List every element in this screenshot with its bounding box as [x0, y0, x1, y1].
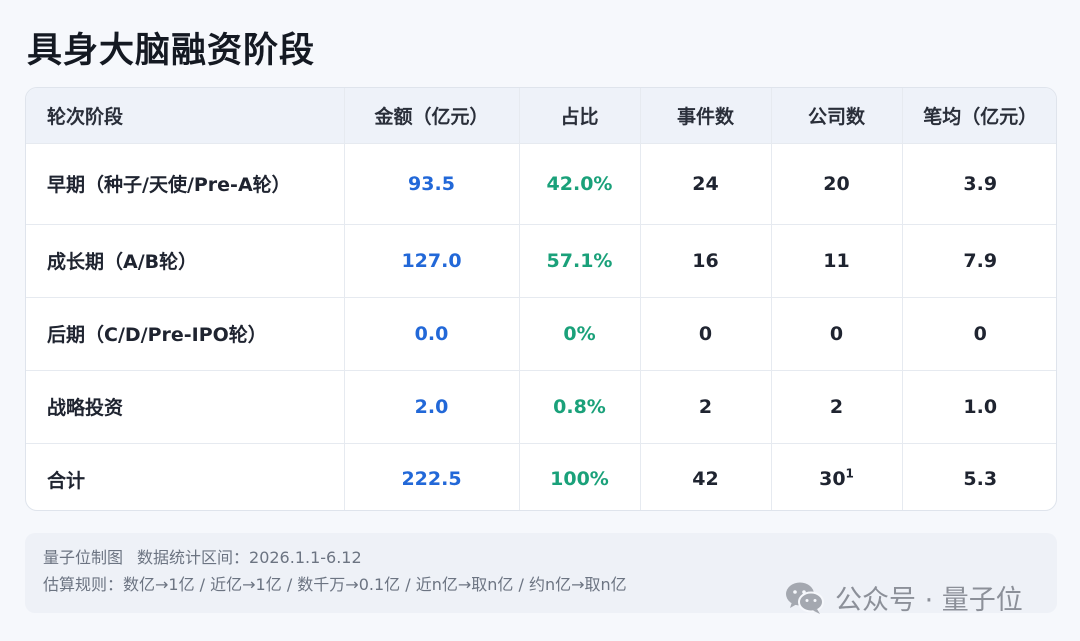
cell-stage: 早期（种子/天使/Pre-A轮） [26, 143, 345, 225]
table-row: 成长期（A/B轮） 127.0 57.1% 16 11 7.9 [26, 224, 1056, 298]
cell-avg: 5.3 [963, 468, 998, 491]
table-row: 战略投资 2.0 0.8% 2 2 1.0 [26, 370, 1056, 444]
cell-amount: 0.0 [344, 297, 520, 371]
funding-stage-table: 轮次阶段 金额（亿元） 占比 事件数 公司数 笔均（亿元） 早期（种子/天使/P… [25, 87, 1057, 511]
watermark: 公众号 · 量子位 [785, 578, 1023, 617]
cell-companies: 11 [771, 224, 903, 298]
companies-value: 2 [829, 395, 844, 418]
cell-companies: 301 [771, 443, 903, 510]
companies-value: 11 [823, 249, 850, 272]
cell-events: 2 [640, 370, 772, 444]
footer-period: 数据统计区间：2026.1.1-6.12 [137, 548, 362, 567]
header-companies: 公司数 [771, 88, 903, 144]
companies-value: 30 [819, 468, 846, 491]
cell-amount: 93.5 [344, 143, 520, 225]
cell-stage: 合计 [26, 443, 345, 510]
watermark-text: 公众号 · 量子位 [835, 585, 1023, 616]
cell-amount: 222.5 [344, 443, 520, 510]
table-row-total: 合计 222.5 100% 42 301 5.3 [26, 443, 1056, 510]
cell-avg: 7.9 [902, 224, 1056, 298]
table-header-row: 轮次阶段 金额（亿元） 占比 事件数 公司数 笔均（亿元） [26, 88, 1056, 144]
cell-share: 42.0% [519, 143, 641, 225]
cell-companies: 2 [771, 370, 903, 444]
table-row: 早期（种子/天使/Pre-A轮） 93.5 42.0% 24 20 3.9 [26, 143, 1056, 225]
cell-avg: 0 [902, 297, 1056, 371]
header-amount: 金额（亿元） [344, 88, 520, 144]
cell-share: 0.8% [519, 370, 641, 444]
wechat-icon [786, 582, 824, 614]
footer-source: 量子位制图 [43, 548, 124, 567]
cell-events: 42 [640, 443, 772, 510]
cell-stage: 战略投资 [26, 370, 345, 444]
header-stage: 轮次阶段 [26, 88, 345, 144]
cell-events: 16 [640, 224, 772, 298]
cell-amount: 2.0 [344, 370, 520, 444]
header-avg: 笔均（亿元） [902, 88, 1056, 144]
cell-events: 24 [640, 143, 772, 225]
table-row: 后期（C/D/Pre-IPO轮） 0.0 0% 0 0 0 [26, 297, 1056, 371]
header-share: 占比 [519, 88, 641, 144]
cell-stage: 成长期（A/B轮） [26, 224, 345, 298]
cell-share: 57.1% [519, 224, 641, 298]
header-events: 事件数 [640, 88, 772, 144]
page-title: 具身大脑融资阶段 [27, 31, 316, 71]
footer-source-line: 量子位制图 数据统计区间：2026.1.1-6.12 [43, 547, 1057, 574]
cell-amount: 127.0 [344, 224, 520, 298]
cell-stage: 后期（C/D/Pre-IPO轮） [26, 297, 345, 371]
data-table: 轮次阶段 金额（亿元） 占比 事件数 公司数 笔均（亿元） 早期（种子/天使/P… [26, 88, 1056, 510]
cell-avg: 3.9 [902, 143, 1056, 225]
cell-avg: 1.0 [902, 370, 1056, 444]
cell-companies: 0 [771, 297, 903, 371]
cell-share: 100% [519, 443, 641, 510]
cell-companies: 20 [771, 143, 903, 225]
cell-events: 0 [640, 297, 772, 371]
companies-value: 20 [823, 172, 850, 195]
cell-share: 0% [519, 297, 641, 371]
companies-value: 0 [829, 322, 844, 345]
footnote-marker: 1 [845, 466, 854, 481]
